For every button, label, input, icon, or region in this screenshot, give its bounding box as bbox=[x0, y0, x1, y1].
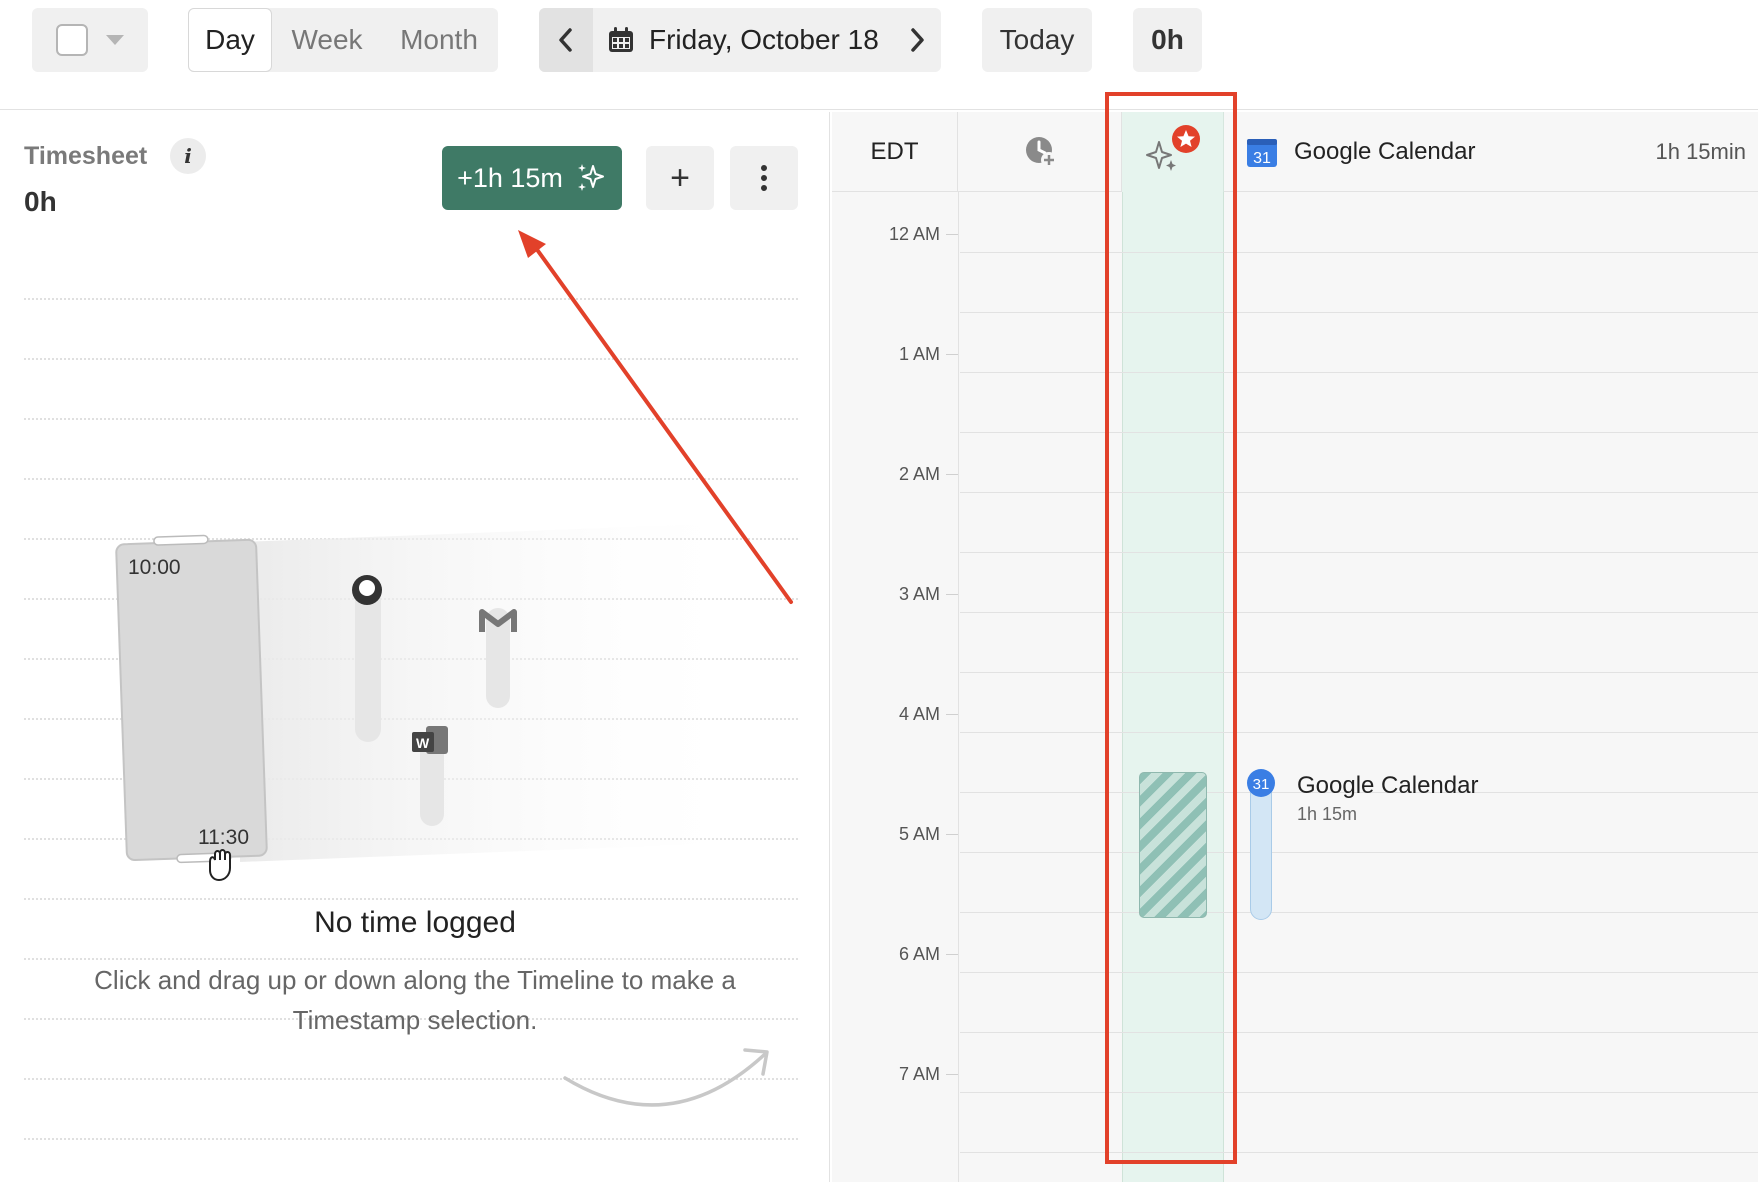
svg-text:31: 31 bbox=[1253, 776, 1270, 793]
svg-text:31: 31 bbox=[1253, 150, 1271, 167]
chevron-left-icon bbox=[559, 28, 572, 52]
google-calendar-event-icon: 31 bbox=[1247, 769, 1275, 797]
hour-tick bbox=[946, 474, 958, 475]
hour-label: 3 AM bbox=[898, 584, 940, 604]
event-duration: 1h 15m bbox=[1297, 804, 1358, 824]
half-hour-line bbox=[960, 1092, 1758, 1093]
curved-arrow-icon bbox=[563, 1052, 767, 1107]
hour-line bbox=[960, 312, 1758, 313]
source-duration: 1h 15min bbox=[1655, 139, 1746, 164]
github-track bbox=[355, 582, 381, 742]
column-divider bbox=[958, 192, 959, 1182]
hour-label: 5 AM bbox=[898, 824, 940, 844]
empty-state-title: No time logged bbox=[314, 906, 516, 939]
hour-tick bbox=[946, 834, 958, 835]
half-hour-line bbox=[960, 612, 1758, 613]
calendar-timeline: 12 AM 1 AM 2 AM 3 AM 4 AM 5 AM 6 AM 7 AM… bbox=[832, 112, 1758, 1182]
chevron-down-icon bbox=[106, 35, 124, 45]
timesheet-panel: Timesheet i 0h +1h 15m + 10:00 11:30 W N… bbox=[0, 112, 830, 1182]
google-calendar-source-header[interactable]: 31 Google Calendar 1h 15min bbox=[1246, 112, 1746, 192]
hour-line bbox=[960, 672, 1758, 673]
github-icon bbox=[352, 575, 382, 605]
top-toolbar: Day Week Month Friday, October 18 Today … bbox=[0, 0, 1758, 110]
view-switcher: Day Week Month bbox=[188, 8, 498, 72]
calendar-icon bbox=[609, 27, 633, 52]
clock-plus-icon bbox=[1025, 137, 1057, 168]
add-time-column-header[interactable] bbox=[960, 112, 1122, 192]
select-checkbox[interactable] bbox=[56, 24, 88, 56]
end-time-label: 11:30 bbox=[198, 826, 249, 849]
hour-line bbox=[960, 432, 1758, 433]
half-hour-line bbox=[960, 252, 1758, 253]
hour-tick bbox=[946, 234, 958, 235]
start-time-label: 10:00 bbox=[128, 556, 181, 579]
hours-total-button[interactable]: 0h bbox=[1133, 8, 1202, 72]
source-name: Google Calendar bbox=[1294, 138, 1476, 165]
view-day-tab[interactable]: Day bbox=[188, 8, 272, 72]
hour-tick bbox=[946, 954, 958, 955]
date-navigator: Friday, October 18 bbox=[539, 8, 941, 72]
previous-day-button[interactable] bbox=[539, 8, 593, 72]
today-button[interactable]: Today bbox=[982, 8, 1092, 72]
hour-line bbox=[960, 912, 1758, 913]
hour-tick bbox=[946, 354, 958, 355]
hour-line bbox=[960, 1032, 1758, 1033]
half-hour-line bbox=[960, 372, 1758, 373]
highlight-box-annotation bbox=[1105, 92, 1237, 1164]
drag-handle-top bbox=[153, 534, 209, 546]
hour-label: 12 AM bbox=[888, 224, 940, 244]
hour-label: 7 AM bbox=[898, 1064, 940, 1084]
event-title[interactable]: Google Calendar bbox=[1297, 772, 1478, 800]
half-hour-line bbox=[960, 972, 1758, 973]
half-hour-line bbox=[960, 732, 1758, 733]
svg-text:W: W bbox=[416, 735, 430, 751]
empty-state-description: Click and drag up or down along the Time… bbox=[94, 965, 736, 1035]
selection-block bbox=[115, 538, 268, 862]
half-hour-line bbox=[960, 852, 1758, 853]
next-day-button[interactable] bbox=[907, 8, 927, 72]
date-picker-button[interactable]: Friday, October 18 bbox=[607, 24, 879, 56]
hour-tick bbox=[946, 714, 958, 715]
google-calendar-icon: 31 bbox=[1247, 139, 1277, 167]
select-all-dropdown[interactable] bbox=[32, 8, 148, 72]
view-month-tab[interactable]: Month bbox=[382, 8, 496, 72]
hour-label: 2 AM bbox=[898, 464, 940, 484]
date-label: Friday, October 18 bbox=[649, 24, 879, 55]
view-week-tab[interactable]: Week bbox=[272, 8, 382, 72]
hour-label: 6 AM bbox=[898, 944, 940, 964]
hour-line bbox=[960, 552, 1758, 553]
hour-label: 1 AM bbox=[898, 344, 940, 364]
hour-line bbox=[960, 1152, 1758, 1153]
hour-tick bbox=[946, 1074, 958, 1075]
timezone-label: EDT bbox=[832, 112, 958, 192]
calendar-header: EDT 31 Google Calendar 1h 15min bbox=[832, 112, 1758, 192]
half-hour-line bbox=[960, 492, 1758, 493]
hour-label: 4 AM bbox=[898, 704, 940, 724]
chevron-right-icon bbox=[911, 28, 924, 52]
hour-tick bbox=[946, 594, 958, 595]
